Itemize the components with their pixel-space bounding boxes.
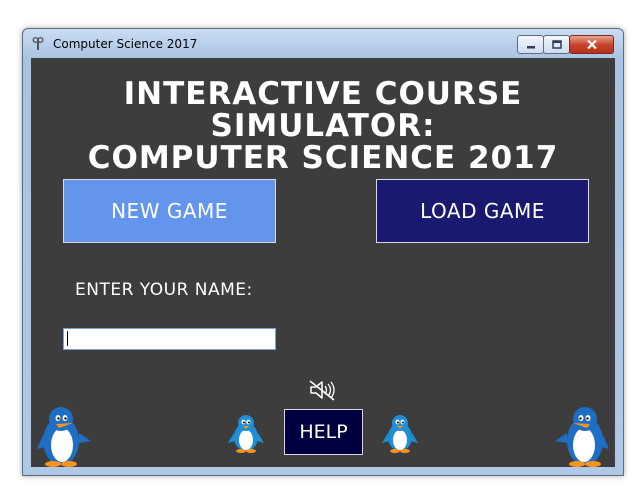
close-button[interactable] — [569, 35, 614, 54]
minimize-icon — [526, 45, 535, 48]
app-icon — [32, 37, 44, 50]
help-button[interactable]: HELP — [284, 409, 363, 455]
app-window: Computer Science 2017 INTERACTIVE COURSE… — [22, 28, 624, 476]
maximize-button[interactable] — [543, 35, 570, 54]
penguin-icon — [382, 415, 418, 453]
load-game-button[interactable]: LOAD GAME — [376, 179, 589, 243]
game-canvas: INTERACTIVE COURSE SIMULATOR: COMPUTER S… — [31, 58, 615, 467]
game-title-line-2: COMPUTER SCIENCE 2017 — [87, 140, 559, 176]
penguin-icon — [555, 407, 609, 467]
title-bar[interactable]: Computer Science 2017 — [23, 29, 623, 57]
text-caret — [67, 331, 68, 346]
close-icon — [586, 39, 597, 50]
minimize-button[interactable] — [517, 35, 544, 54]
penguin-icon — [228, 415, 264, 453]
name-input[interactable] — [63, 328, 276, 350]
game-title: INTERACTIVE COURSE SIMULATOR: COMPUTER S… — [31, 78, 615, 174]
name-label: ENTER YOUR NAME: — [75, 280, 253, 300]
penguin-icon — [37, 407, 91, 467]
window-title: Computer Science 2017 — [53, 37, 198, 51]
game-title-line-1: INTERACTIVE COURSE SIMULATOR: — [123, 76, 523, 144]
speaker-muted-icon[interactable] — [308, 379, 338, 401]
maximize-icon — [551, 40, 562, 49]
new-game-button[interactable]: NEW GAME — [63, 179, 276, 243]
